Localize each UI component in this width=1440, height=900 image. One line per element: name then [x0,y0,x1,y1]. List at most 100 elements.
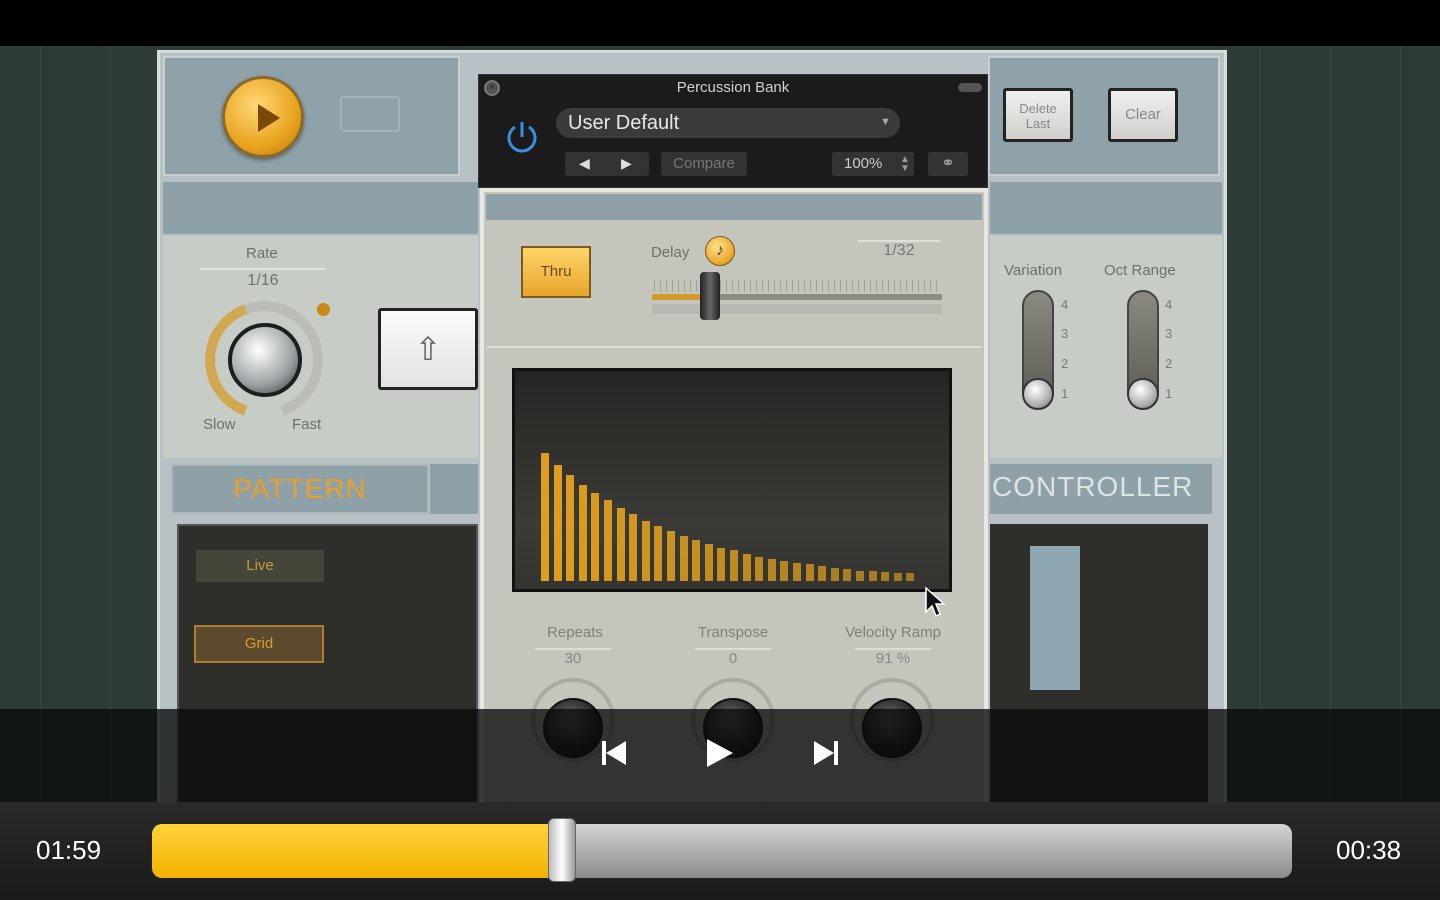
slow-label: Slow [203,416,236,433]
variation-scale-2: 2 [1061,356,1069,371]
zoom-stepper-icon[interactable]: ▲ ▼ [900,155,910,174]
close-icon[interactable]: × [484,80,500,96]
echo-bar [629,514,638,581]
pattern-title: PATTERN [171,464,429,514]
echo-display [512,368,952,592]
echo-bar [780,560,789,581]
plugin-play-button[interactable] [222,76,304,158]
plugin-window-strip [486,194,982,220]
header-strip-right [990,182,1222,234]
latch-button[interactable] [340,96,400,132]
echo-bar [742,554,751,581]
previous-preset-icon[interactable]: ◀ [579,155,590,172]
repeats-label: Repeats [547,624,603,641]
oct-scale-3: 3 [1165,326,1173,341]
echo-bar [830,568,839,581]
oct-range-slider-thumb[interactable] [1127,378,1159,410]
echo-bar [641,520,650,581]
progress-fill [152,824,563,878]
echo-bar [692,540,701,581]
clear-button[interactable]: Clear [1108,88,1178,142]
divider [486,346,982,348]
plugin-window-title: Percussion Bank [676,79,790,96]
screen: Delete Last Clear Rate 1/16 Slow Fast ⇧ … [0,0,1440,900]
progress-track[interactable] [152,824,1292,878]
echo-bar [604,500,612,581]
echo-bar [881,572,890,581]
oct-scale-4: 4 [1165,297,1173,312]
skip-back-icon[interactable] [594,733,634,773]
echo-bar [616,508,625,581]
variation-scale-3: 3 [1061,326,1069,341]
delay-slider-thumb[interactable] [700,272,720,320]
transpose-label: Transpose [697,624,769,641]
compare-button[interactable]: Compare [661,152,747,176]
echo-bar [679,536,688,581]
transpose-value: 0 [695,648,771,670]
echo-bar [591,492,600,581]
echo-bar [767,559,776,581]
header-strip-left [163,182,478,234]
echo-bar [578,485,587,581]
echo-bar [906,573,915,581]
echo-bar [818,565,827,581]
repeats-value: 30 [535,648,611,670]
echo-bar [667,531,675,581]
velocity-ramp-label: Velocity Ramp [845,624,941,641]
grid-button[interactable]: Grid [194,625,324,663]
preset-select[interactable]: User Default [556,108,900,138]
echo-bar [893,573,902,581]
progress-thumb[interactable] [548,818,577,882]
echo-bar [805,564,814,581]
velocity-ramp-value: 91 % [855,648,931,670]
delete-last-button[interactable]: Delete Last [1003,88,1073,142]
echo-bar [553,464,562,581]
remaining-time: 00:38 [1336,835,1402,865]
variation-scale-4: 4 [1061,297,1069,312]
variation-scale-1: 1 [1061,386,1069,401]
variation-slider-thumb[interactable] [1022,378,1054,410]
transport-panel [163,56,460,176]
echo-bar [717,547,726,581]
variation-label: Variation [1004,262,1063,279]
delay-ticks [654,280,940,292]
oct-scale-2: 2 [1165,356,1173,371]
oct-range-label: Oct Range [1104,262,1176,279]
rate-knob[interactable] [228,323,302,397]
delay-slider-shadow [652,304,942,314]
echo-bar [843,569,852,581]
preset-nav: ◀ ▶ [565,152,649,176]
rate-value: 1/16 [200,268,326,292]
echo-bar [654,525,663,581]
mouse-cursor-icon [925,586,946,618]
arrow-up-button[interactable]: ⇧ [378,308,478,390]
echo-bar [793,563,801,581]
echo-bar [856,570,864,581]
chevron-down-icon: ▼ [880,116,891,128]
fast-label: Fast [292,416,322,433]
elapsed-time: 01:59 [36,835,102,865]
echo-bar [704,543,713,581]
echo-bar [541,453,549,581]
arrow-up-icon: ⇧ [414,331,442,367]
play-icon[interactable] [699,733,739,773]
window-resize-pill[interactable] [958,83,982,92]
controller-value-bar[interactable] [1030,546,1080,690]
music-note-icon[interactable]: ♪ [705,236,735,266]
link-icon[interactable]: ⚭ [928,152,968,176]
echo-bar [566,474,575,581]
indicator-dot [317,303,330,316]
power-icon[interactable] [503,118,541,156]
pattern-bar-end [430,464,478,514]
skip-forward-icon[interactable] [806,733,846,773]
delay-value: 1/32 [858,240,940,264]
echo-bar [755,556,764,581]
next-preset-icon[interactable]: ▶ [621,155,632,172]
controller-title: CONTROLLER [990,464,1212,514]
echo-bar [868,570,877,581]
delay-label: Delay [651,244,690,261]
live-button[interactable]: Live [196,550,324,582]
thru-button[interactable]: Thru [521,246,591,298]
echo-bar [730,550,738,581]
oct-scale-1: 1 [1165,386,1173,401]
